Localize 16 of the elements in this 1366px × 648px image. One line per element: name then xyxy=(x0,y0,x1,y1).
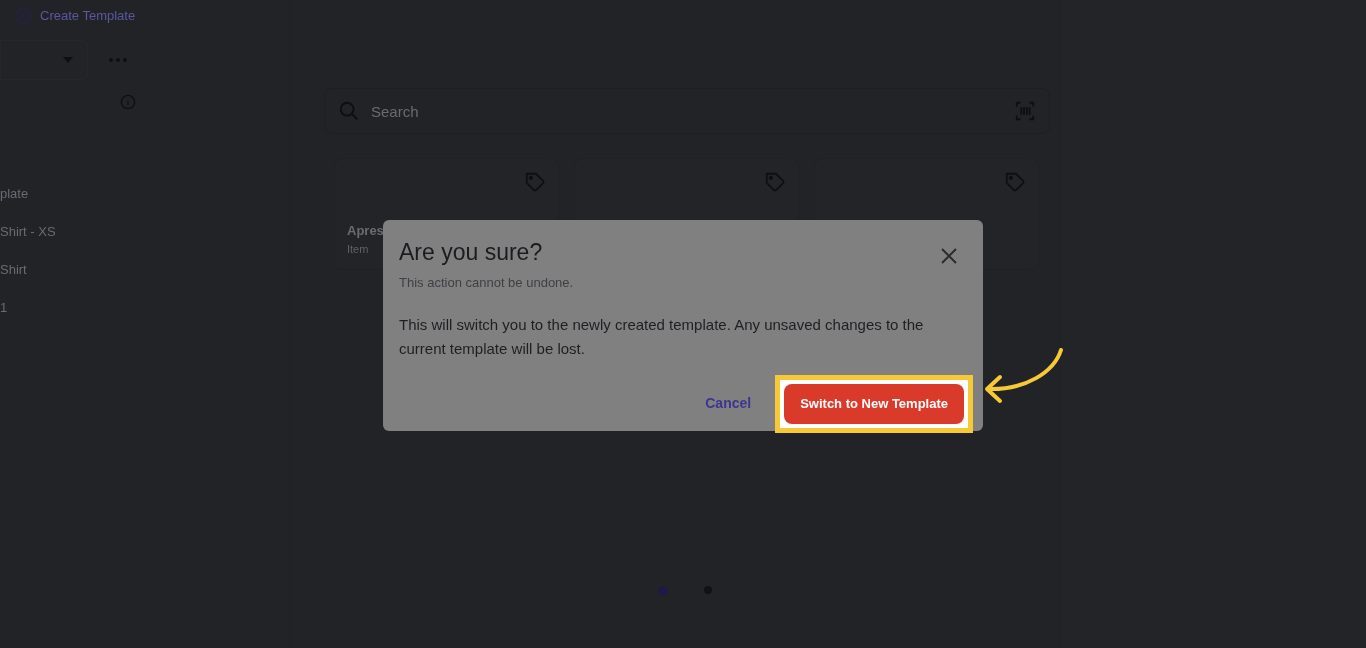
switch-template-button[interactable]: Switch to New Template xyxy=(784,383,964,424)
dialog-title: Are you sure? xyxy=(399,238,543,266)
cancel-button[interactable]: Cancel xyxy=(705,393,752,414)
sidebar-item[interactable]: 1 xyxy=(0,298,152,318)
dialog-subtitle: This action cannot be undone. xyxy=(399,274,575,292)
template-dropdown[interactable] xyxy=(0,40,88,80)
sidebar-item[interactable]: plate xyxy=(0,184,152,204)
sidebar-item[interactable]: Shirt xyxy=(0,260,152,280)
plus-circle-icon[interactable] xyxy=(14,7,32,25)
search-field[interactable]: Search xyxy=(324,88,1050,134)
close-icon[interactable] xyxy=(941,248,957,264)
create-template-link[interactable]: Create Template xyxy=(40,6,136,26)
card-title: Apres xyxy=(347,222,384,240)
sidebar-item[interactable]: Shirt - XS xyxy=(0,222,152,242)
card-subtitle: Item xyxy=(347,241,369,257)
dialog-message: This will switch you to the newly created template. Any unsaved changes to the current template will be lost. xyxy=(399,314,925,359)
